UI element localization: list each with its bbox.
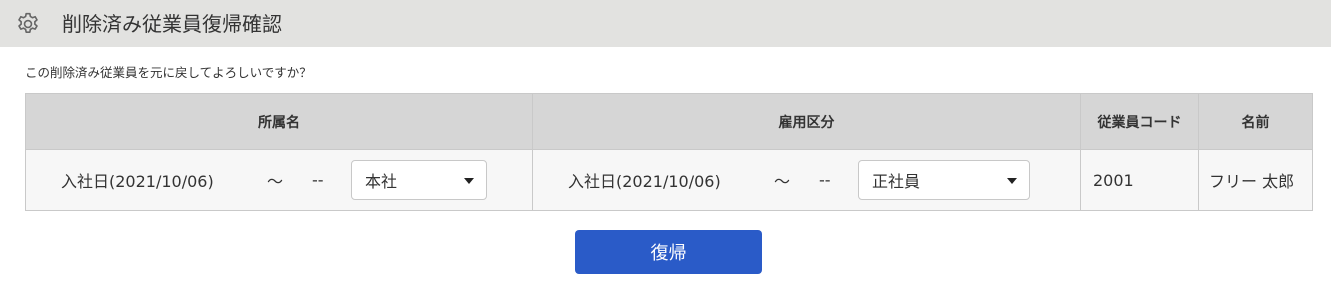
department-select-value: 本社 <box>365 172 398 191</box>
caret-down-icon <box>464 178 474 184</box>
employee-name-cell: フリー 太郎 <box>1198 149 1313 211</box>
page-header: 削除済み従業員復帰確認 <box>0 0 1331 47</box>
employee-code-cell: 2001 <box>1080 149 1199 211</box>
confirm-message: この削除済み従業員を元に戻してよろしいですか？ <box>25 65 312 80</box>
table-row: 入社日(2021/10/06) ～ -- 本社 入社日(2021/10/06) … <box>25 149 1313 211</box>
restore-button[interactable]: 復帰 <box>575 230 762 274</box>
employment-start-date: 入社日(2021/10/06) <box>568 172 721 191</box>
page-title: 削除済み従業員復帰確認 <box>62 12 282 36</box>
column-header-employment-type: 雇用区分 <box>532 93 1081 150</box>
employment-end-date: -- <box>819 170 831 190</box>
employment-type-cell: 入社日(2021/10/06) ～ -- 正社員 <box>532 149 1081 211</box>
employment-range-separator: ～ <box>774 172 791 191</box>
department-end-date: -- <box>312 170 324 190</box>
caret-down-icon <box>1007 178 1017 184</box>
column-header-employee-code: 従業員コード <box>1080 93 1199 150</box>
department-cell: 入社日(2021/10/06) ～ -- 本社 <box>25 149 533 211</box>
employee-table: 所属名 雇用区分 従業員コード 名前 入社日(2021/10/06) ～ -- … <box>25 93 1313 211</box>
employment-type-select-value: 正社員 <box>872 172 921 191</box>
gear-icon <box>18 12 38 33</box>
department-start-date: 入社日(2021/10/06) <box>61 172 214 191</box>
department-range-separator: ～ <box>267 172 284 191</box>
employment-type-select[interactable]: 正社員 <box>858 160 1030 200</box>
column-header-name: 名前 <box>1198 93 1313 150</box>
department-select[interactable]: 本社 <box>351 160 487 200</box>
column-header-department: 所属名 <box>25 93 533 150</box>
table-header-row: 所属名 雇用区分 従業員コード 名前 <box>25 93 1313 150</box>
